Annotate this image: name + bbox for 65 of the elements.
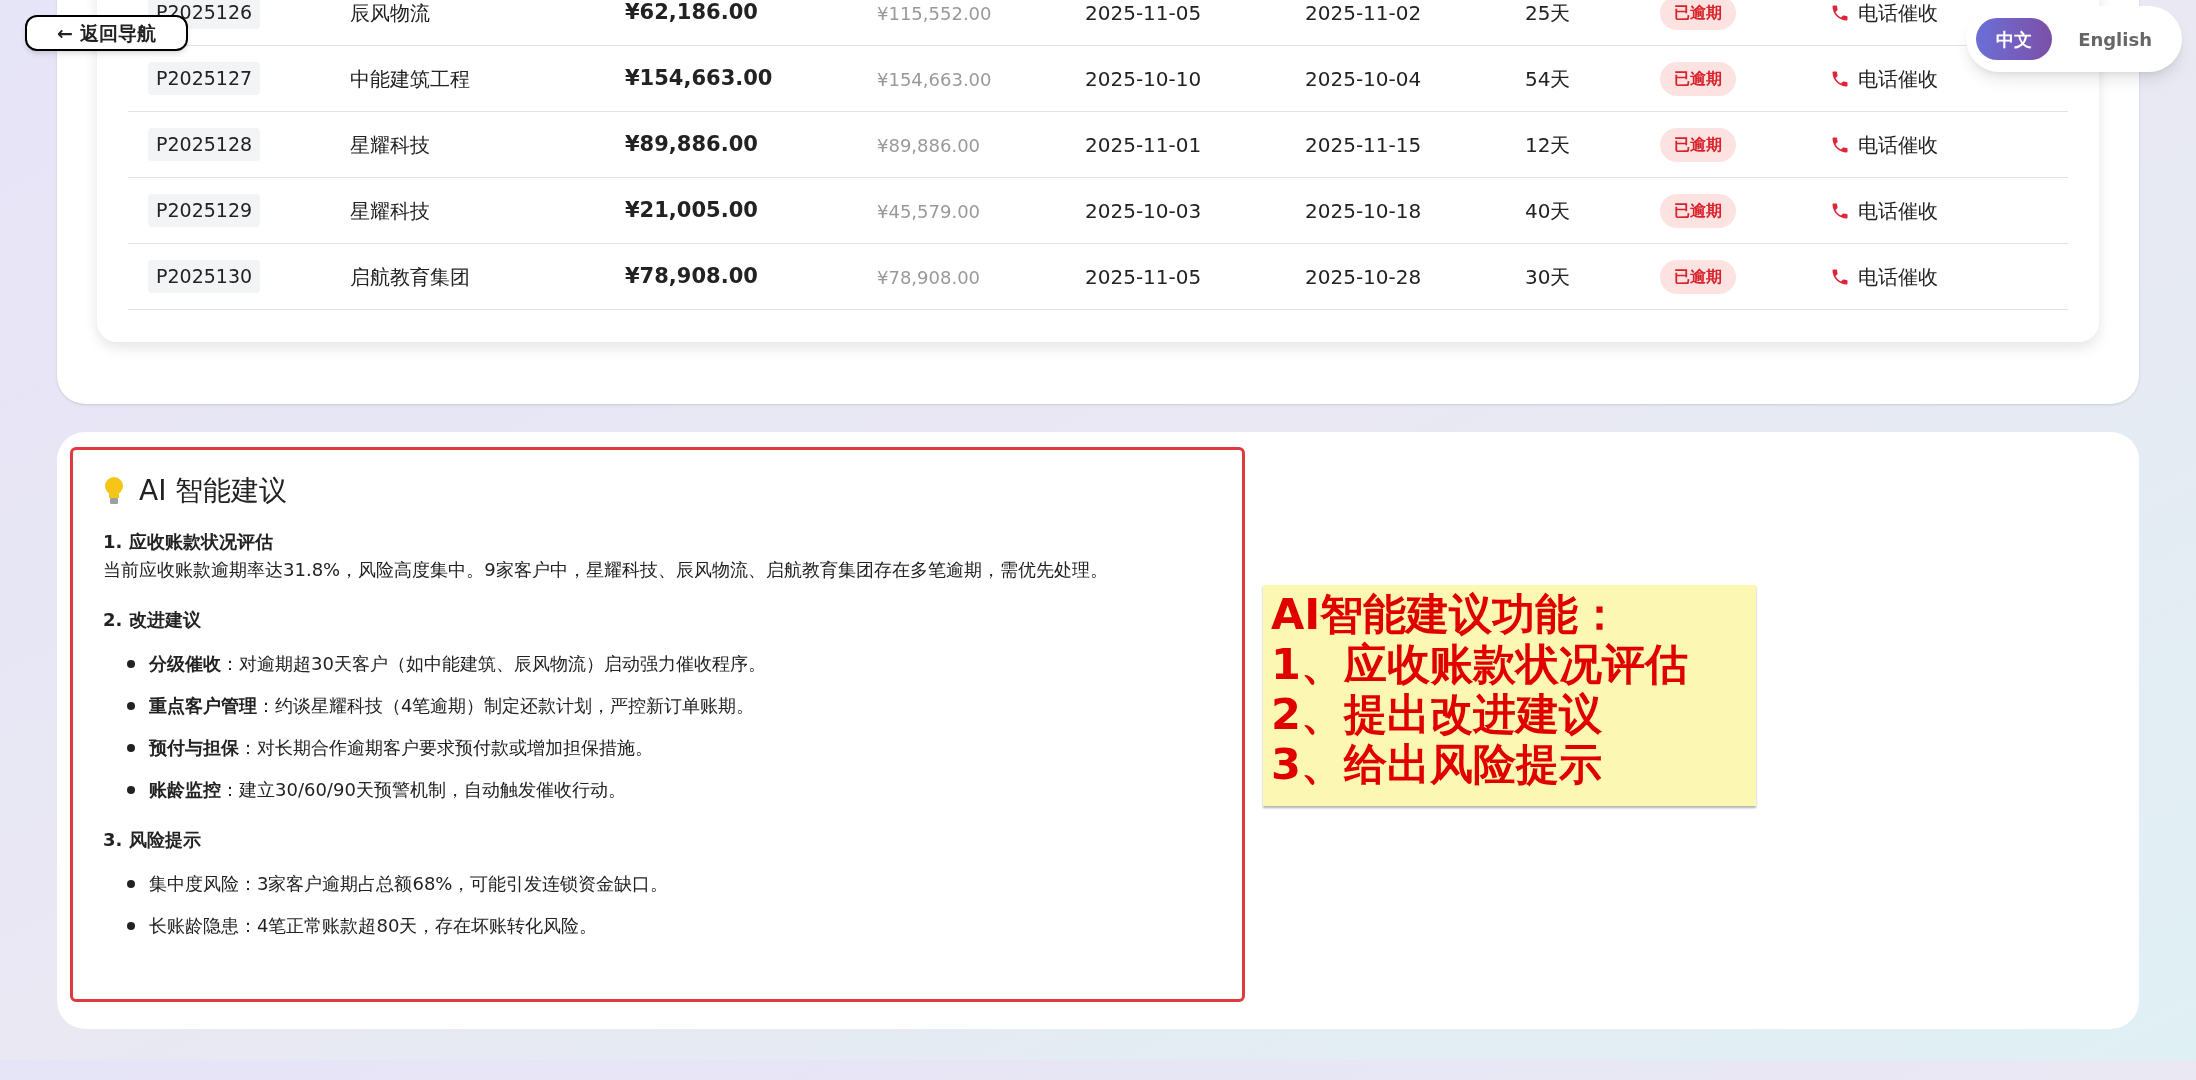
table-cell: 中能建筑工程 [350, 66, 470, 91]
table-cell: 2025-10-18 [1305, 198, 1422, 223]
table-cell: 2025-10-04 [1305, 66, 1422, 91]
table-cell: ¥115,552.00 [877, 2, 992, 24]
table-cell: 2025-11-01 [1085, 132, 1202, 157]
phone-collection-link[interactable]: 电话催收 [1830, 0, 1938, 28]
list-item: 集中度风险：3家客户逾期占总额68%，可能引发连锁资金缺口。 [149, 872, 669, 896]
table-cell: ¥78,908.00 [877, 266, 981, 288]
phone-collection-link[interactable]: 电话催收 [1830, 63, 1938, 94]
section-heading: 1. 应收账款状况评估 [103, 530, 274, 554]
table-cell: 星耀科技 [350, 132, 430, 157]
bullet-icon [127, 702, 135, 710]
table-cell: ¥45,579.00 [877, 200, 981, 222]
table-cell: 2025-10-28 [1305, 264, 1422, 289]
table-cell: ¥89,886.00 [625, 131, 758, 156]
table-cell: ¥89,886.00 [877, 134, 981, 156]
panel-title: AI 智能建议 [139, 473, 288, 509]
table-cell: 2025-10-03 [1085, 198, 1202, 223]
table-cell: 25天 [1525, 0, 1571, 25]
section-heading: 3. 风险提示 [103, 828, 202, 852]
overdue-badge: 已逾期 [1660, 0, 1736, 30]
order-code-tag: P2025128 [148, 128, 261, 161]
bullet-icon [127, 786, 135, 794]
order-code-tag: P2025130 [148, 260, 261, 293]
bullet-icon [127, 922, 135, 930]
table-cell: 星耀科技 [350, 198, 430, 223]
table-cell: ¥154,663.00 [625, 65, 773, 90]
phone-collection-link[interactable]: 电话催收 [1830, 195, 1938, 226]
bullet-icon [127, 660, 135, 668]
overdue-badge: 已逾期 [1660, 61, 1736, 96]
list-item: 重点客户管理：约谈星耀科技（4笔逾期）制定还款计划，严控新订单账期。 [149, 694, 755, 718]
table-cell: 启航教育集团 [350, 264, 470, 289]
phone-collection-link[interactable]: 电话催收 [1830, 129, 1938, 160]
language-tab[interactable]: English [2058, 18, 2172, 60]
overdue-badge: 已逾期 [1660, 193, 1736, 228]
order-code-tag: P2025127 [148, 62, 261, 95]
table-cell: ¥154,663.00 [877, 68, 992, 90]
table-cell: 54天 [1525, 66, 1571, 91]
section-heading: 2. 改进建议 [103, 608, 202, 632]
table-cell: 2025-11-05 [1085, 0, 1202, 25]
bullet-icon [127, 880, 135, 888]
table-cell: 2025-10-10 [1085, 66, 1202, 91]
table-cell: ¥21,005.00 [625, 197, 758, 222]
table-cell: 12天 [1525, 132, 1571, 157]
overdue-badge: 已逾期 [1660, 127, 1736, 162]
annotation-note: AI智能建议功能： 1、应收账款状况评估 2、提出改进建议 3、给出风险提示 [1263, 585, 1756, 806]
order-code-tag: P2025129 [148, 194, 261, 227]
overdue-badge: 已逾期 [1660, 259, 1736, 294]
bullet-icon [127, 744, 135, 752]
phone-collection-link[interactable]: 电话催收 [1830, 261, 1938, 292]
table-cell: 2025-11-02 [1305, 0, 1422, 25]
table-cell: 2025-11-05 [1085, 264, 1202, 289]
table-cell: ¥62,186.00 [625, 0, 758, 24]
table-cell: 30天 [1525, 264, 1571, 289]
list-item: 预付与担保：对长期合作逾期客户要求预付款或增加担保措施。 [149, 736, 653, 760]
language-tab[interactable]: 中文 [1976, 18, 2053, 60]
table-cell: 40天 [1525, 198, 1571, 223]
table-cell: 辰风物流 [350, 0, 430, 25]
list-item: 分级催收：对逾期超30天客户（如中能建筑、辰风物流）启动强力催收程序。 [149, 652, 766, 676]
list-item: 长账龄隐患：4笔正常账款超80天，存在坏账转化风险。 [149, 914, 598, 938]
list-item: 账龄监控：建立30/60/90天预警机制，自动触发催收行动。 [149, 778, 626, 802]
lightbulb-icon [103, 476, 125, 506]
table-cell: 2025-11-15 [1305, 132, 1422, 157]
table-cell: ¥78,908.00 [625, 263, 758, 288]
paragraph: 当前应收账款逾期率达31.8%，风险高度集中。9家客户中，星耀科技、辰风物流、启航教育集团存在多笔逾期，需优先处理。 [103, 558, 1109, 582]
